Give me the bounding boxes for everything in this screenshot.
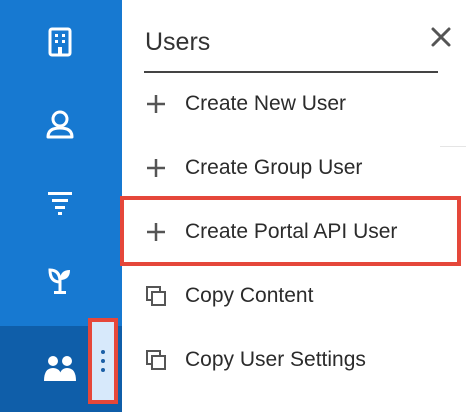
- plus-icon: [142, 154, 170, 182]
- menu-title: Users: [145, 28, 211, 56]
- filter-icon: [40, 182, 80, 222]
- menu-item-copy-user-settings[interactable]: Copy User Settings: [142, 338, 442, 382]
- sidebar-item-contacts[interactable]: [0, 92, 122, 156]
- menu-item-create-new-user[interactable]: Create New User: [142, 82, 442, 126]
- background-divider: [440, 146, 466, 147]
- menu-item-create-group-user[interactable]: Create Group User: [142, 146, 442, 190]
- plus-icon: [142, 218, 170, 246]
- building-icon: [40, 22, 80, 62]
- sidebar-item-accounts[interactable]: [0, 10, 122, 74]
- plus-icon: [142, 90, 170, 118]
- copy-icon: [142, 282, 170, 310]
- menu-item-copy-content[interactable]: Copy Content: [142, 274, 442, 318]
- sprout-icon: [40, 260, 80, 300]
- menu-item-create-portal-api-user[interactable]: Create Portal API User: [142, 210, 442, 254]
- sidebar-item-opportunities[interactable]: [0, 248, 122, 312]
- users-actions-kebab-button[interactable]: [91, 321, 115, 401]
- menu-item-label: Create Portal API User: [185, 220, 398, 243]
- title-divider: [144, 71, 438, 73]
- menu-item-label: Copy User Settings: [185, 348, 366, 371]
- sidebar: [0, 0, 122, 412]
- kebab-icon: [101, 350, 105, 372]
- copy-icon: [142, 346, 170, 374]
- close-button[interactable]: [426, 22, 456, 52]
- user-icon: [40, 104, 80, 144]
- menu-item-label: Create Group User: [185, 156, 363, 179]
- users-actions-menu: Users Create New User Create Group User …: [122, 0, 466, 412]
- close-icon: [431, 27, 451, 47]
- sidebar-item-leads[interactable]: [0, 170, 122, 234]
- menu-item-label: Copy Content: [185, 284, 314, 307]
- menu-item-label: Create New User: [185, 92, 347, 115]
- users-icon: [40, 348, 80, 388]
